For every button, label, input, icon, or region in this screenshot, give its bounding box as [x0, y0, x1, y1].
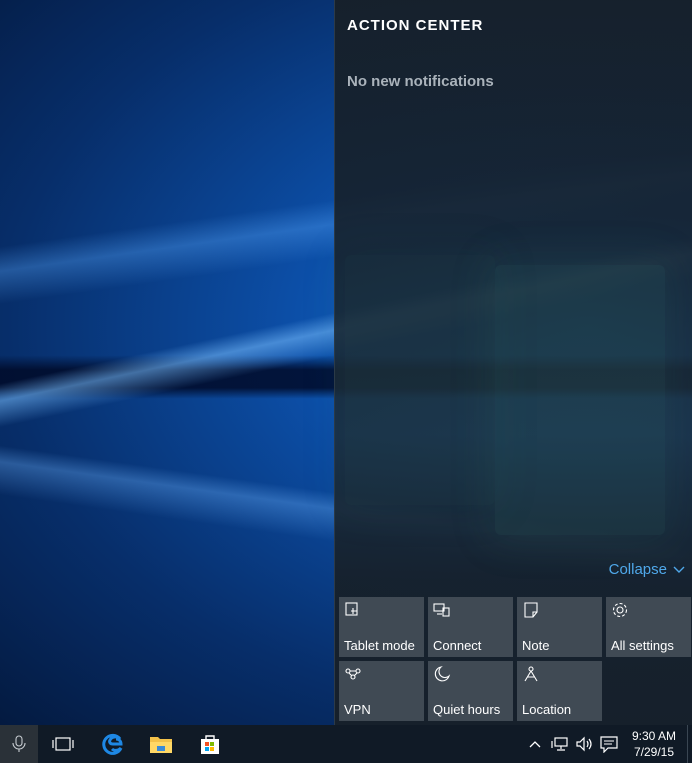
cortana-button[interactable]	[0, 725, 38, 763]
vpn-icon	[345, 668, 361, 680]
tile-quiet-hours[interactable]: Quiet hours	[428, 661, 513, 721]
tablet-mode-icon	[345, 602, 358, 616]
collapse-button[interactable]: Collapse	[609, 561, 685, 578]
gear-icon	[612, 602, 628, 618]
tile-note[interactable]: Note	[517, 597, 602, 657]
action-center-icon	[600, 736, 618, 753]
tile-label: Connect	[433, 638, 482, 653]
tile-label: Tablet mode	[344, 638, 415, 653]
note-icon	[524, 602, 538, 618]
action-center-panel: ACTION CENTER No new notifications Colla…	[334, 0, 692, 725]
taskbar: 9:30 AM 7/29/15	[0, 725, 692, 763]
task-view-button[interactable]	[44, 725, 82, 763]
chevron-down-icon	[673, 566, 685, 573]
tile-label: Location	[522, 702, 572, 717]
volume-icon	[576, 736, 592, 752]
tile-label: Quiet hours	[433, 702, 501, 717]
tile-tablet-mode[interactable]: Tablet mode	[339, 597, 424, 657]
connect-icon	[433, 603, 450, 617]
location-icon	[524, 666, 538, 682]
tile-label: Note	[522, 638, 550, 653]
action-center-button[interactable]	[597, 725, 621, 763]
no-notifications-message: No new notifications	[347, 73, 494, 90]
tile-label: VPN	[344, 702, 371, 717]
task-view-icon	[52, 737, 74, 751]
tile-connect[interactable]: Connect	[428, 597, 513, 657]
network-icon	[551, 737, 568, 751]
tile-location[interactable]: Location	[517, 661, 602, 721]
taskbar-clock[interactable]: 9:30 AM 7/29/15	[626, 728, 682, 760]
collapse-label: Collapse	[608, 561, 667, 578]
store-icon	[201, 735, 219, 754]
blurred-window-background	[345, 255, 495, 505]
store-button[interactable]	[191, 725, 229, 763]
quick-actions-grid: Tablet mode Connect Note All settings VP…	[339, 597, 691, 721]
edge-icon	[102, 733, 123, 755]
clock-date: 7/29/15	[633, 745, 675, 759]
clock-time: 9:30 AM	[631, 729, 677, 743]
chevron-up-icon	[529, 741, 541, 748]
edge-button[interactable]	[94, 725, 132, 763]
show-desktop-button[interactable]	[687, 725, 692, 763]
file-explorer-icon	[150, 737, 172, 753]
microphone-icon	[12, 735, 26, 752]
action-center-title: ACTION CENTER	[347, 17, 484, 34]
tile-all-settings[interactable]: All settings	[606, 597, 691, 657]
tile-label: All settings	[611, 638, 674, 653]
blurred-window-background	[495, 265, 665, 535]
show-hidden-icons-button[interactable]	[526, 725, 544, 763]
tile-vpn[interactable]: VPN	[339, 661, 424, 721]
network-button[interactable]	[549, 725, 571, 763]
file-explorer-button[interactable]	[142, 725, 180, 763]
moon-icon	[434, 666, 451, 682]
volume-button[interactable]	[574, 725, 596, 763]
